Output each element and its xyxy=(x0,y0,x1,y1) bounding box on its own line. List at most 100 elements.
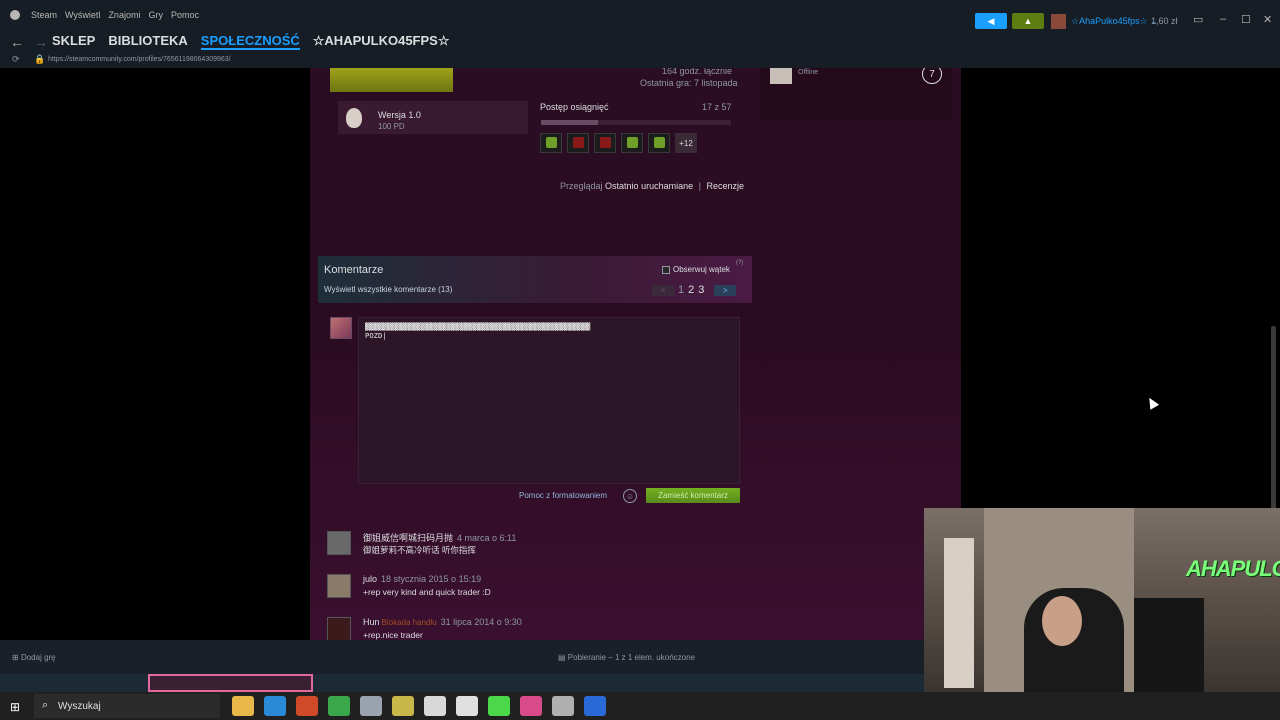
url-bar: ⟳ 🔒 https://steamcommunity.com/profiles/… xyxy=(0,52,1280,68)
title-bar: Steam Wyświetl Znajomi Gry Pomoc ◀ ▲ ☆Ah… xyxy=(0,0,1280,30)
background-thumbnail xyxy=(148,674,313,692)
webcam-streamer-head xyxy=(1042,596,1082,646)
achievements-progress-bar xyxy=(541,120,731,125)
commenter-avatar[interactable] xyxy=(327,574,351,598)
browse-links: Przeglądaj Ostatnio uruchamiane | Recenz… xyxy=(560,181,744,191)
app-icon[interactable] xyxy=(360,696,382,716)
version-badge[interactable]: Wersja 1.0 100 PD xyxy=(338,101,528,134)
achievement-icon[interactable] xyxy=(540,133,562,153)
nav-store[interactable]: SKLEP xyxy=(52,33,95,50)
browse-reviews-link[interactable]: Recenzje xyxy=(706,181,744,191)
follow-thread[interactable]: Obserwuj wątek xyxy=(662,265,730,274)
pager-page-1: 1 xyxy=(678,284,685,296)
app-icon[interactable] xyxy=(392,696,414,716)
comment-author[interactable]: julo xyxy=(363,574,377,584)
wallet-balance: 1,60 zł xyxy=(1151,16,1178,26)
version-points: 100 PD xyxy=(378,122,405,131)
achievement-glyph-icon xyxy=(573,137,584,148)
comment-meta: Hun Blokada handlu 31 lipca 2014 o 9:30 xyxy=(363,617,522,627)
plus-icon: ⊞ xyxy=(12,653,19,662)
comment-meta: julo 18 stycznia 2015 o 15:19 xyxy=(363,574,481,584)
emoticon-icon[interactable]: ☺ xyxy=(623,489,637,503)
comment-item: 御姐威信啊城扫码月抛 4 marca o 6:11 御姐萝莉不高冷听话 听你指挥 xyxy=(327,531,737,563)
taskbar-search-label: Wyszukaj xyxy=(58,701,101,712)
comment-textarea[interactable]: ▓▓▓▓▓▓▓▓▓▓▓▓▓▓▓▓▓▓▓▓▓▓▓▓▓▓▓▓▓▓▓▓▓▓▓▓▓▓▓▓… xyxy=(358,317,740,484)
stream-logo: AHAPULCO xyxy=(1186,556,1280,581)
mouse-cursor-icon xyxy=(1144,395,1160,410)
app-icon[interactable] xyxy=(456,696,478,716)
badge-icon xyxy=(346,108,362,128)
chrome-icon[interactable] xyxy=(328,696,350,716)
file-explorer-icon[interactable] xyxy=(232,696,254,716)
menu-games[interactable]: Gry xyxy=(148,10,163,20)
user-avatar[interactable] xyxy=(1051,14,1066,29)
steam-taskbar-icon[interactable] xyxy=(584,696,606,716)
big-picture-icon[interactable]: ▭ xyxy=(1193,13,1203,26)
app-icon[interactable] xyxy=(424,696,446,716)
achievements-progress-fill xyxy=(541,120,598,125)
profile-page: 164 godz. łącznie Ostatnia gra: 7 listop… xyxy=(310,68,961,640)
url-text[interactable]: https://steamcommunity.com/profiles/7656… xyxy=(48,56,231,63)
forward-arrow-icon[interactable]: → xyxy=(34,34,48,50)
trade-ban-label: Blokada handlu xyxy=(381,618,437,627)
windows-start-icon[interactable]: ⊞ xyxy=(10,700,20,714)
app-icon[interactable] xyxy=(552,696,574,716)
windows-taskbar: ⊞ ⌕ Wyszukaj xyxy=(0,692,1280,720)
achievements-count: 17 z 57 xyxy=(702,102,732,112)
nav-profile[interactable]: ☆AHAPULKO45FPS☆ xyxy=(313,33,450,50)
comment-item: julo 18 stycznia 2015 o 15:19 +rep very k… xyxy=(327,574,737,606)
commenter-avatar[interactable] xyxy=(327,617,351,640)
formatting-help-link[interactable]: Pomoc z formatowaniem xyxy=(519,491,607,500)
commenter-avatar[interactable] xyxy=(327,531,351,555)
close-icon[interactable]: ✕ xyxy=(1263,13,1272,26)
follow-checkbox[interactable] xyxy=(662,265,670,274)
game-capsule-image[interactable] xyxy=(330,68,453,92)
pager-prev-button[interactable]: < xyxy=(652,284,674,296)
post-comment-button[interactable]: Zamieść komentarz xyxy=(646,488,740,503)
pager-page-2[interactable]: 2 xyxy=(688,284,694,296)
menu-steam[interactable]: Steam xyxy=(31,10,57,20)
download-label: Pobieranie – 1 z 1 elem. ukończone xyxy=(567,653,695,662)
nav-community[interactable]: SPOŁECZNOŚĆ xyxy=(200,33,300,50)
achievement-glyph-icon xyxy=(654,137,665,148)
pager-next-button[interactable]: > xyxy=(714,284,737,296)
achievement-icon[interactable] xyxy=(648,133,670,153)
app-icon[interactable] xyxy=(488,696,510,716)
follow-help-icon[interactable]: (?) xyxy=(736,260,743,266)
view-all-comments-link[interactable]: Wyświetl wszystkie komentarze (13) xyxy=(324,285,452,294)
comment-body: 御姐萝莉不高冷听话 听你指挥 xyxy=(363,545,476,555)
app-icon[interactable] xyxy=(520,696,542,716)
announcement-button[interactable]: ◀ xyxy=(975,13,1007,29)
add-game-button[interactable]: ⊞ Dodaj grę xyxy=(12,653,56,662)
comment-author[interactable]: Hun xyxy=(363,617,380,627)
achievements-more[interactable]: +12 xyxy=(675,133,697,153)
friend-status: Offline xyxy=(798,69,819,76)
comment-body: +rep very kind and quick trader :D xyxy=(363,587,491,597)
edge-icon[interactable] xyxy=(264,696,286,716)
download-status[interactable]: ▤ Pobieranie – 1 z 1 elem. ukończone xyxy=(558,653,695,662)
game-hours: 164 godz. łącznie xyxy=(662,68,733,76)
nav-library[interactable]: BIBLIOTEKA xyxy=(108,33,187,50)
comments-pager: < 1 2 3 > xyxy=(652,284,737,296)
achievement-icon[interactable] xyxy=(567,133,589,153)
comment-author[interactable]: 御姐威信啊城扫码月抛 xyxy=(363,533,453,543)
browse-recent-link[interactable]: Ostatnio uruchamiane xyxy=(605,181,693,191)
brave-icon[interactable] xyxy=(296,696,318,716)
achievement-icon[interactable] xyxy=(621,133,643,153)
minimize-icon[interactable]: – xyxy=(1220,13,1226,25)
achievement-icon[interactable] xyxy=(594,133,616,153)
back-arrow-icon[interactable]: ← xyxy=(10,34,24,50)
refresh-icon[interactable]: ⟳ xyxy=(12,54,20,65)
menu-help[interactable]: Pomoc xyxy=(171,10,199,20)
steam-logo-icon xyxy=(10,10,20,20)
username-menu[interactable]: ☆AhaPulko45fps☆ ⌄ xyxy=(1071,16,1158,27)
friend-avatar[interactable] xyxy=(770,68,792,84)
status-bar: ⊞ Dodaj grę ▤ Pobieranie – 1 z 1 elem. u… xyxy=(0,640,924,674)
notifications-button[interactable]: ▲ xyxy=(1012,13,1044,29)
menu-view[interactable]: Wyświetl xyxy=(65,10,100,20)
maximize-icon[interactable]: ☐ xyxy=(1241,13,1251,26)
taskbar-search[interactable]: ⌕ Wyszukaj xyxy=(34,694,220,718)
comments-title: Komentarze xyxy=(324,264,384,276)
pager-page-3[interactable]: 3 xyxy=(698,284,704,296)
menu-friends[interactable]: Znajomi xyxy=(108,10,140,20)
